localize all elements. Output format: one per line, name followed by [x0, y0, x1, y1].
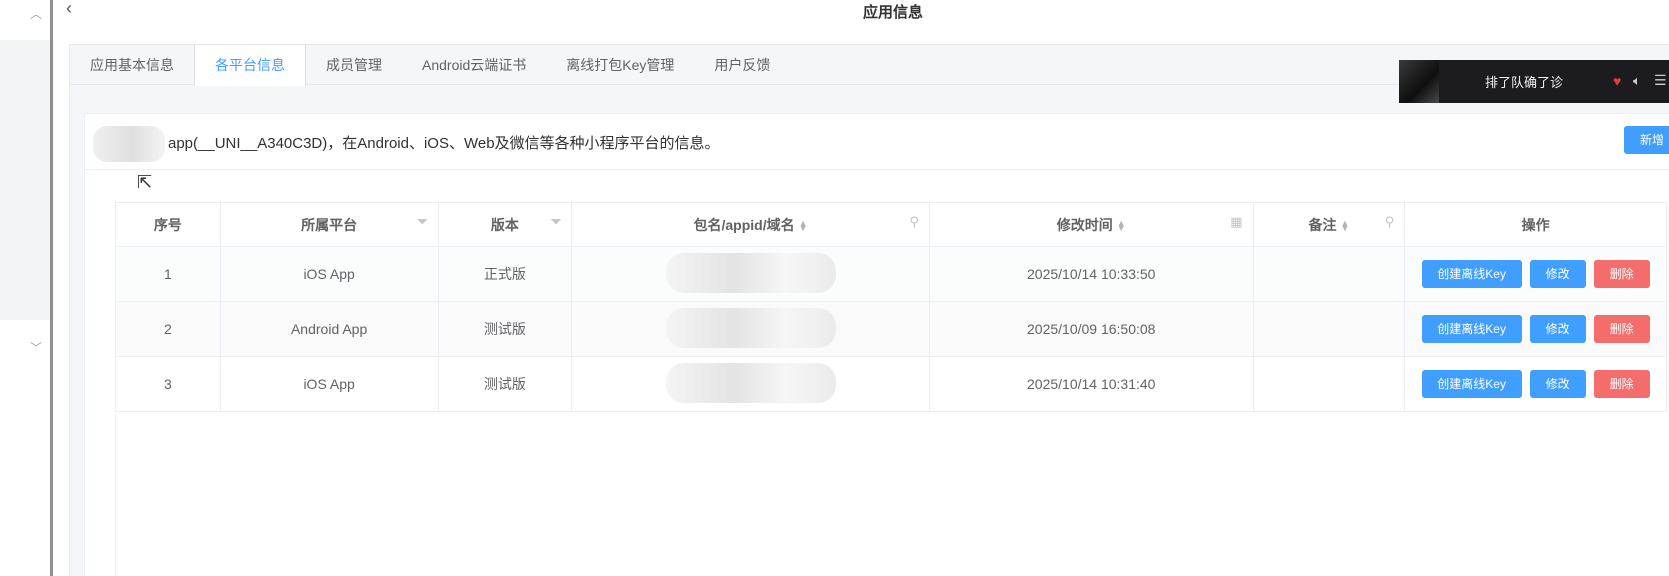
- platform-card: app(__UNI__A340C3D)，在Android、iOS、Web及微信等…: [84, 113, 1669, 576]
- table-row: 2 Android App 测试版 2025/10/09 16:50:08 创建…: [115, 301, 1667, 357]
- cell-modified: 2025/10/14 10:31:40: [928, 356, 1254, 412]
- tab-offline-key[interactable]: 离线打包Key管理: [546, 45, 694, 85]
- tab-feedback[interactable]: 用户反馈: [694, 45, 790, 85]
- heart-icon[interactable]: ♥: [1613, 73, 1621, 89]
- col-package[interactable]: 包名/appid/域名 ▲ ▼ ⚲: [571, 202, 930, 247]
- music-player-widget[interactable]: 排了队确了诊 ♥ 🔈︎ ☰: [1399, 60, 1669, 103]
- cell-platform: iOS App: [219, 356, 439, 412]
- edit-button[interactable]: 修改: [1529, 315, 1586, 343]
- redacted-app-name: [93, 126, 165, 162]
- left-sidebar: ︿ ﹀: [0, 0, 50, 576]
- col-remark[interactable]: 备注 ▲ ▼ ⚲: [1252, 202, 1406, 247]
- cell-modified: 2025/10/14 10:33:50: [928, 246, 1254, 302]
- delete-button[interactable]: 删除: [1593, 370, 1650, 398]
- cell-modified: 2025/10/09 16:50:08: [928, 301, 1254, 357]
- tab-members[interactable]: 成员管理: [306, 45, 402, 85]
- add-button[interactable]: 新增: [1624, 126, 1669, 154]
- edit-button[interactable]: 修改: [1529, 370, 1586, 398]
- redacted-value: [665, 307, 836, 348]
- cell-remark: [1252, 246, 1406, 302]
- create-key-button[interactable]: 创建离线Key: [1421, 370, 1522, 398]
- sidebar-divider[interactable]: [50, 0, 53, 576]
- cell-version: 正式版: [437, 246, 573, 302]
- create-key-button[interactable]: 创建离线Key: [1421, 315, 1522, 343]
- mouse-cursor-icon: ⇱: [137, 172, 153, 192]
- cell-package: [571, 301, 930, 357]
- delete-button[interactable]: 删除: [1593, 315, 1650, 343]
- song-title: 排了队确了诊: [1485, 75, 1564, 90]
- edit-button[interactable]: 修改: [1529, 260, 1586, 288]
- info-row: app(__UNI__A340C3D)，在Android、iOS、Web及微信等…: [85, 114, 1669, 170]
- cell-platform: iOS App: [219, 246, 439, 302]
- platform-table: 序号 所属平台 ⏷ 版本 ⏷ 包名/appid/域名 ▲ ▼ ⚲ 修改时间 ▲ ▼ ▦ 备注 ▲ ▼…: [115, 202, 1667, 412]
- col-actions: 操作: [1404, 202, 1667, 247]
- table-empty-area: [115, 415, 1667, 576]
- sort-icon[interactable]: ▲ ▼: [1117, 218, 1126, 232]
- tab-platform-info[interactable]: 各平台信息: [194, 45, 306, 86]
- redacted-value: [665, 362, 836, 403]
- table-row: 1 iOS App 正式版 2025/10/14 10:33:50 创建离线Ke…: [115, 246, 1667, 302]
- search-icon[interactable]: ⚲: [909, 214, 919, 230]
- platform-info-text: app(__UNI__A340C3D)，在Android、iOS、Web及微信等…: [168, 135, 720, 152]
- filter-icon[interactable]: ⏷: [417, 214, 427, 230]
- sort-icon[interactable]: ▲ ▼: [799, 218, 808, 232]
- cell-actions: 创建离线Key 修改 删除: [1404, 246, 1667, 302]
- cell-index: 3: [115, 356, 221, 412]
- table-row: 3 iOS App 测试版 2025/10/14 10:31:40 创建离线Ke…: [115, 356, 1667, 412]
- cell-remark: [1252, 356, 1406, 412]
- filter-icon[interactable]: ⏷: [551, 214, 561, 230]
- cell-version: 测试版: [437, 301, 573, 357]
- table-header-row: 序号 所属平台 ⏷ 版本 ⏷ 包名/appid/域名 ▲ ▼ ⚲ 修改时间 ▲ ▼ ▦ 备注 ▲ ▼…: [115, 202, 1667, 247]
- cell-package: [571, 356, 930, 412]
- search-icon[interactable]: ⚲: [1385, 214, 1395, 230]
- cell-package: [571, 246, 930, 302]
- col-platform: 所属平台 ⏷: [219, 202, 439, 247]
- tab-android-cert[interactable]: Android云端证书: [402, 45, 546, 85]
- cell-remark: [1252, 301, 1406, 357]
- delete-button[interactable]: 删除: [1593, 260, 1650, 288]
- album-art: [1399, 60, 1439, 103]
- col-index: 序号: [115, 202, 221, 247]
- playlist-icon[interactable]: ☰: [1654, 72, 1667, 89]
- cell-actions: 创建离线Key 修改 删除: [1404, 301, 1667, 357]
- content-panel: 应用基本信息 各平台信息 成员管理 Android云端证书 离线打包Key管理 …: [69, 44, 1669, 576]
- tab-basic-info[interactable]: 应用基本信息: [70, 45, 194, 85]
- create-key-button[interactable]: 创建离线Key: [1421, 260, 1522, 288]
- redacted-value: [665, 252, 836, 293]
- app-window: ︿ ﹀ ‹ 应用信息 应用基本信息 各平台信息 成员管理 Android云端证书…: [0, 0, 1669, 576]
- chevron-up-icon[interactable]: ︿: [30, 8, 42, 20]
- cell-index: 1: [115, 246, 221, 302]
- col-modified[interactable]: 修改时间 ▲ ▼ ▦: [928, 202, 1254, 247]
- sort-icon[interactable]: ▲ ▼: [1340, 218, 1349, 232]
- col-version: 版本 ⏷: [437, 202, 573, 247]
- calendar-icon[interactable]: ▦: [1230, 214, 1242, 230]
- cell-platform: Android App: [219, 301, 439, 357]
- chevron-down-icon[interactable]: ﹀: [30, 342, 42, 354]
- cell-version: 测试版: [437, 356, 573, 412]
- page-title: 应用信息: [863, 4, 924, 21]
- back-icon[interactable]: ‹: [66, 0, 72, 19]
- volume-icon[interactable]: 🔈︎: [1633, 73, 1641, 89]
- sidebar-panel: [0, 40, 50, 320]
- cell-actions: 创建离线Key 修改 删除: [1404, 356, 1667, 412]
- cell-index: 2: [115, 301, 221, 357]
